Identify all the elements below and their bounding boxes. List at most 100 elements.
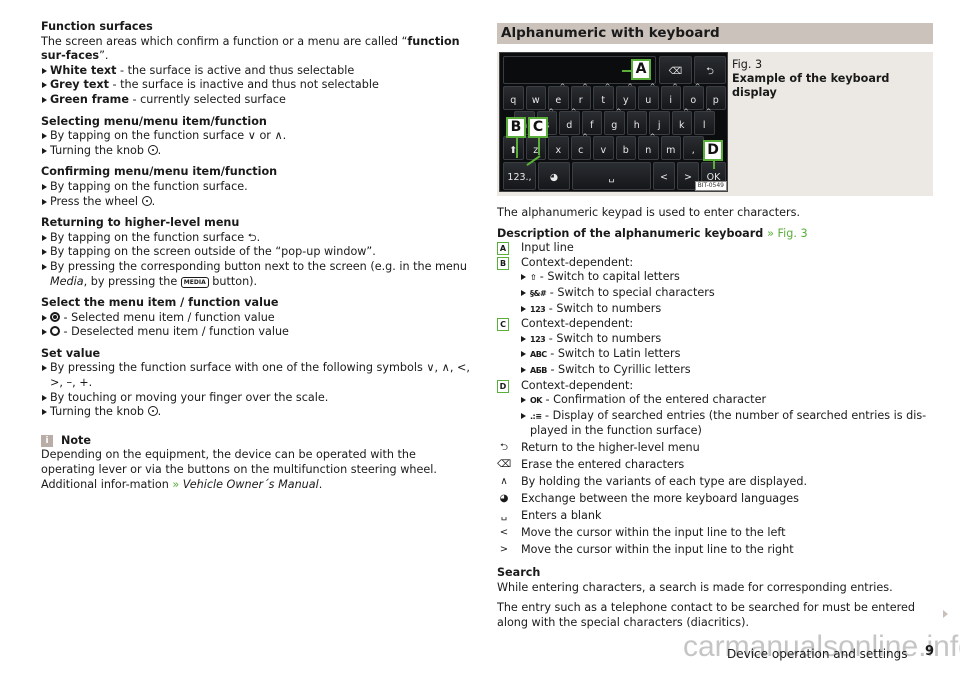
list-item: By tapping on the function surface. <box>41 180 471 195</box>
text: Turning the knob <box>50 143 145 157</box>
section-title: Set value <box>41 346 101 360</box>
cursor-right-icon: > <box>499 543 509 555</box>
key-label: p <box>712 95 719 106</box>
legend-sub-text: - Switch to special characters <box>546 285 715 299</box>
caret-up-icon: ^ <box>649 83 656 91</box>
icon-legend-item: ⌫ Erase the entered characters <box>497 456 933 473</box>
key-u: u ^ <box>638 83 659 110</box>
key-label: x <box>555 145 562 156</box>
key-label: h <box>633 120 640 131</box>
legend-sub-text: - Confirmation of the entered character <box>542 393 767 407</box>
legend-item-a: A Input line <box>497 241 933 256</box>
legend-sub-item: 123 - Switch to numbers <box>497 302 933 318</box>
section-title: Returning to higher-level menu <box>41 216 240 230</box>
caret-up-icon: ^ <box>570 108 577 116</box>
icon-legend-item: > Move the cursor within the input line t… <box>497 541 933 558</box>
list-item: By touching or moving your finger over t… <box>41 391 471 406</box>
text: The screen areas which confirm a functio… <box>41 34 408 48</box>
legend-item-d: D Context-dependent: <box>497 379 933 394</box>
numbers-key: 123., <box>503 162 536 190</box>
text: , by pressing the <box>83 274 181 288</box>
figure-link[interactable]: » Fig. 3 <box>767 227 807 240</box>
key-n: n ^ <box>638 133 659 160</box>
callout-line <box>516 138 518 158</box>
legend-sub-text: - Switch to numbers <box>545 331 662 345</box>
right-column: Alphanumeric with keyboard ⌫ ⮌ q w e ^ r ^ t ^ y… <box>497 23 933 630</box>
search-text-1: While entering characters, a search is m… <box>497 580 893 594</box>
key-g: g ^ <box>604 108 625 135</box>
note-header: i Note <box>41 434 471 449</box>
caret-up-icon: ^ <box>559 83 566 91</box>
legend-list: A Input line B Context-dependent: ⇧ - Switch… <box>497 241 933 439</box>
legend-sub-item: ABC - Switch to Latin letters <box>497 347 933 363</box>
text: Press the wheel <box>50 194 139 208</box>
legend-sub-text: - Switch to numbers <box>545 301 662 315</box>
icon-legend-item: ⮌ Return to the higher-level menu <box>497 439 933 456</box>
intro-paragraph: The alphanumeric keypad is used to enter… <box>497 206 801 219</box>
legend-sub-text: - Switch to capital letters <box>536 270 680 284</box>
callout-a: A <box>631 59 651 80</box>
text: - currently selected surface <box>128 92 286 106</box>
key-c: c ^ <box>570 133 591 160</box>
section-title: Selecting menu/menu item/function <box>41 114 267 128</box>
figure-caption: Fig. 3 Example of the keyboard display <box>732 58 933 100</box>
symbol-icon: 123 <box>530 304 546 314</box>
key-b: b <box>615 136 636 160</box>
callout-d: D <box>703 140 723 161</box>
caret-up-icon: ^ <box>615 108 622 116</box>
figure: ⌫ ⮌ qwe^r^t^y^u^i^o^p as^d^fg^hjk^l^ ⬆z^… <box>497 52 933 196</box>
legend-sub-item: .:≡ - Display of searched entries (the n… <box>497 409 933 439</box>
key-l: l ^ <box>694 108 715 135</box>
text: - the surface is inactive and thus not s… <box>108 78 379 92</box>
erase-icon: ⌫ <box>668 66 683 77</box>
text: ”. <box>99 49 109 63</box>
key-d: d ^ <box>559 108 580 135</box>
legend-text: Context-dependent: <box>521 255 634 269</box>
radio-deselected-icon <box>50 326 60 337</box>
key-v: v <box>593 136 614 160</box>
intro-text: The screen areas which confirm a functio… <box>41 35 471 64</box>
left-column: Function surfaces The screen areas which… <box>41 20 471 492</box>
caret-up-icon: ^ <box>683 108 689 116</box>
function-surfaces-section: Function surfaces The screen areas which… <box>41 20 471 108</box>
confirming-section: Confirming menu/menu item/function By ta… <box>41 165 471 209</box>
manual-link[interactable]: Vehicle Owner´s Manual <box>183 478 319 491</box>
legend-sub-item: §&# - Switch to special characters <box>497 286 933 302</box>
legend-sub-text: - Display of searched entries (the numbe… <box>530 408 927 438</box>
legend-label: D <box>497 379 509 393</box>
keyboard-display: ⌫ ⮌ qwe^r^t^y^u^i^o^p as^d^fg^hjk^l^ ⬆z^… <box>499 52 728 192</box>
knob-icon <box>147 144 158 155</box>
legend-sub-text: - Switch to Latin letters <box>546 347 681 361</box>
radio-selected-icon <box>50 311 60 322</box>
caret-up-icon: ^ <box>604 83 611 91</box>
list-item: - Selected menu item / function value <box>41 311 471 326</box>
list-item: By pressing the function surface with on… <box>41 361 471 390</box>
media-key-icon: MEDIA <box>180 276 209 288</box>
list-item: By tapping on the screen outside of the … <box>41 245 471 260</box>
symbol-icon: ABC <box>530 350 547 360</box>
text: - Deselected menu item / function value <box>60 325 289 339</box>
key-h: h <box>626 111 647 135</box>
note-title: Note <box>61 433 91 447</box>
search-text-2: The entry such as a telephone contact to… <box>497 601 915 629</box>
globe-icon: ◕ <box>549 172 559 183</box>
icon-legend-text: Return to the higher-level menu <box>521 440 700 454</box>
text: . <box>318 477 323 491</box>
legend-item-c: C Context-dependent: <box>497 317 933 332</box>
caret-up-icon: ^ <box>548 108 554 116</box>
space-icon: ␣ <box>500 509 508 521</box>
key-label: m <box>666 145 676 156</box>
link-arrow: » <box>172 477 180 491</box>
key-label: b <box>622 145 629 156</box>
legend-text: Context-dependent: <box>521 317 634 331</box>
figure-label: Fig. 3 <box>732 58 763 71</box>
text: - Selected menu item / function value <box>60 310 275 324</box>
key-q: q <box>503 86 524 110</box>
italic-text: Media <box>50 274 84 288</box>
icon-legend-text: Move the cursor within the input line to… <box>521 525 786 539</box>
list-item: Green frame - currently selected surface <box>41 93 471 108</box>
space-key: ␣ <box>572 162 651 190</box>
search-title: Search <box>497 565 541 579</box>
callout-b: B <box>506 117 526 138</box>
bold-text: Grey text <box>50 78 109 92</box>
